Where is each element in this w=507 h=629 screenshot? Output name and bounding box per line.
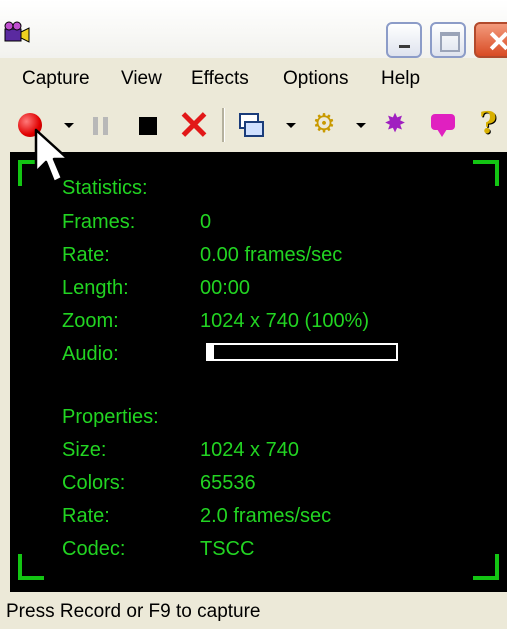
corner-bracket-bottom-left [18,554,44,580]
audio-level-meter [206,343,398,361]
capture-rate-value: 2.0 frames/sec [200,505,332,527]
length-label: Length: [62,277,129,299]
colors-label: Colors: [62,472,126,494]
toolbar: ⚙ ✸ ? [0,100,507,150]
effects-icon[interactable]: ✸ [380,109,410,139]
colors-value: 65536 [200,472,256,494]
codec-label: Codec: [62,538,126,560]
audio-level-fill [208,345,214,359]
statistics-heading: Statistics: [62,177,148,199]
close-button[interactable] [474,22,507,58]
frames-label: Frames: [62,211,136,233]
status-text: Press Record or F9 to capture [6,601,261,622]
help-icon[interactable]: ? [476,107,500,141]
zoom-label: Zoom: [62,310,119,332]
length-value: 00:00 [200,277,251,299]
maximize-button[interactable] [430,22,466,58]
corner-bracket-top-right [473,160,499,186]
settings-dropdown-icon[interactable] [356,123,366,128]
capture-rate-label: Rate: [62,505,110,527]
zoom-value: 1024 x 740 (100%) [200,310,370,332]
delete-icon[interactable] [180,110,206,138]
capture-display-panel: Statistics: Frames: 0 Rate: 0.00 frames/… [10,152,507,592]
pause-icon[interactable] [93,117,110,135]
menu-view[interactable]: View [121,68,162,90]
menu-capture[interactable]: Capture [22,68,90,90]
annotation-icon[interactable] [431,114,455,137]
minimize-button[interactable] [386,22,422,58]
stop-icon[interactable] [139,117,157,135]
properties-heading: Properties: [62,406,159,428]
size-value: 1024 x 740 [200,439,299,461]
mouse-pointer-icon [34,128,70,184]
select-region-icon[interactable] [239,113,264,137]
menu-effects[interactable]: Effects [191,68,249,90]
toolbar-separator [222,108,225,142]
audio-label: Audio: [62,343,119,365]
camera-app-icon[interactable] [4,20,30,46]
corner-bracket-bottom-right [473,554,499,580]
codec-value: TSCC [200,538,255,560]
region-dropdown-icon[interactable] [286,123,296,128]
menu-options[interactable]: Options [283,68,348,90]
frames-value: 0 [200,211,212,233]
menu-help[interactable]: Help [381,68,420,90]
rate-value: 0.00 frames/sec [200,244,343,266]
rate-label: Rate: [62,244,110,266]
title-bar[interactable] [0,0,507,58]
size-label: Size: [62,439,107,461]
menu-bar: Capture View Effects Options Help [0,62,507,96]
status-bar: Press Record or F9 to capture [0,596,507,629]
settings-icon[interactable]: ⚙ [309,109,339,139]
